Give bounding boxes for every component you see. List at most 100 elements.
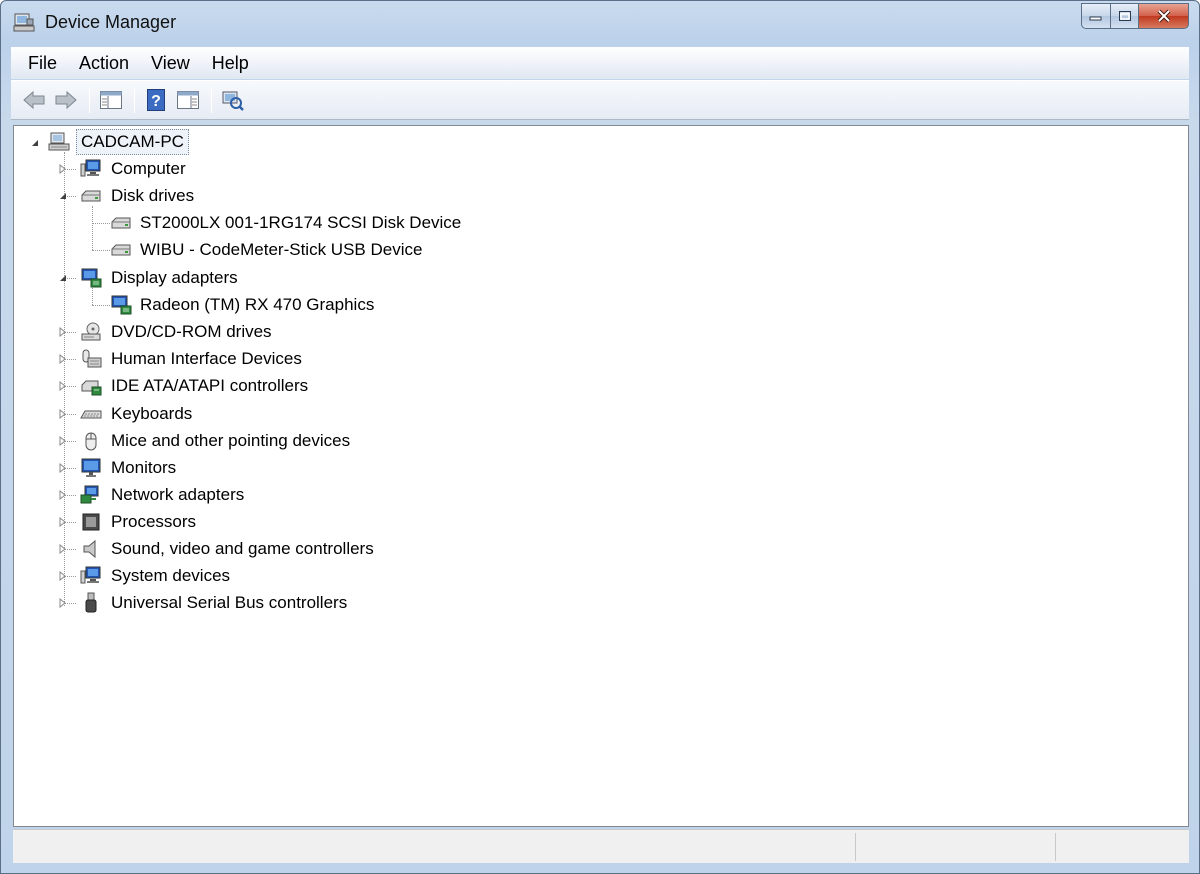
toolbar: ? [11,80,1189,120]
expanded-arrow-icon[interactable] [58,273,68,283]
collapsed-arrow-icon[interactable] [58,409,68,419]
properties-button[interactable] [173,85,203,115]
toolbar-separator [211,87,212,113]
tree-node-root[interactable]: CADCAM-PC [14,129,414,155]
dvd-drive-icon [81,322,101,341]
forward-button[interactable] [51,85,81,115]
tree-node-hid[interactable]: Human Interface Devices [14,346,414,372]
tree-root-label[interactable]: CADCAM-PC [76,129,189,155]
tree-node-disk-drives[interactable]: Disk drives [14,183,414,209]
close-icon [1157,9,1170,23]
tree-node-label[interactable]: Sound, video and game controllers [107,537,378,561]
tree-node-label[interactable]: Processors [107,510,200,534]
keyboard-icon [80,410,102,419]
tree-node-label[interactable]: Computer [107,157,190,181]
help-button[interactable]: ? [141,85,171,115]
collapsed-arrow-icon[interactable] [58,571,68,581]
tree-node-computer[interactable]: Computer [14,156,414,182]
device-manager-icon [13,11,35,33]
tree-node-label[interactable]: WIBU - CodeMeter-Stick USB Device [136,238,426,262]
computer-icon [80,159,101,177]
tree-node-mice[interactable]: Mice and other pointing devices [14,428,414,454]
tree-node-label[interactable]: Universal Serial Bus controllers [107,591,351,615]
collapsed-arrow-icon[interactable] [58,164,68,174]
tree-node-label[interactable]: DVD/CD-ROM drives [107,320,276,344]
tree-node-usb[interactable]: Universal Serial Bus controllers [14,590,414,616]
status-panel [855,833,1055,861]
maximize-icon [1118,11,1131,21]
tree-node-label[interactable]: System devices [107,564,234,588]
window-title: Device Manager [45,12,177,32]
properties-icon [177,91,199,109]
tree-node-processors[interactable]: Processors [14,509,414,535]
collapsed-arrow-icon[interactable] [58,598,68,608]
tree-node-label[interactable]: Human Interface Devices [107,347,306,371]
status-panel [1055,833,1185,861]
help-icon: ? [147,89,165,111]
tree-node-ide[interactable]: IDE ATA/ATAPI controllers [14,373,414,399]
minimize-button[interactable] [1081,3,1111,29]
tree-node-label[interactable]: Network adapters [107,483,248,507]
tree-node-disk-device[interactable]: ST2000LX 001-1RG174 SCSI Disk Device [14,210,514,236]
network-adapter-icon [80,485,99,504]
tree-node-system[interactable]: System devices [14,563,414,589]
collapsed-arrow-icon[interactable] [58,327,68,337]
collapsed-arrow-icon[interactable] [58,490,68,500]
collapsed-arrow-icon[interactable] [58,354,68,364]
expanded-arrow-icon[interactable] [58,191,68,201]
system-devices-icon [80,566,101,584]
usb-icon [85,592,97,613]
computer-root-icon [48,132,70,151]
collapsed-arrow-icon[interactable] [58,517,68,527]
monitor-icon [81,458,101,477]
hid-icon [82,349,102,368]
tree-node-dvd-drives[interactable]: DVD/CD-ROM drives [14,319,414,345]
tree-node-sound[interactable]: Sound, video and game controllers [14,536,414,562]
disk-drive-icon [111,217,131,229]
back-button[interactable] [19,85,49,115]
collapsed-arrow-icon[interactable] [58,381,68,391]
expanded-arrow-icon[interactable] [30,138,40,148]
menu-file[interactable]: File [17,49,68,78]
tree-node-label[interactable]: Disk drives [107,184,198,208]
tree-node-label[interactable]: Keyboards [107,402,196,426]
status-bar [13,829,1189,863]
minimize-icon [1089,16,1102,21]
tree-node-display-adapters[interactable]: Display adapters [14,265,414,291]
close-button[interactable] [1139,3,1189,29]
show-hide-console-tree-button[interactable] [96,85,126,115]
back-arrow-icon [23,90,45,110]
tree-node-keyboards[interactable]: Keyboards [14,401,414,427]
toolbar-separator [89,87,90,113]
tree-node-label[interactable]: Monitors [107,456,180,480]
menu-action[interactable]: Action [68,49,140,78]
maximize-button[interactable] [1111,3,1139,29]
device-tree[interactable]: CADCAM-PC Computer Disk drives ST2000LX … [13,125,1189,827]
tree-node-disk-device[interactable]: WIBU - CodeMeter-Stick USB Device [14,237,514,263]
show-hide-console-tree-icon [100,91,122,109]
scan-hardware-icon [222,91,244,111]
scan-hardware-button[interactable] [218,85,248,115]
forward-arrow-icon [55,90,77,110]
menu-view[interactable]: View [140,49,201,78]
collapsed-arrow-icon[interactable] [58,544,68,554]
tree-node-label[interactable]: Mice and other pointing devices [107,429,354,453]
display-adapter-icon [111,295,132,315]
tree-node-label[interactable]: Display adapters [107,266,242,290]
tree-node-display-device[interactable]: Radeon (TM) RX 470 Graphics [14,292,514,318]
toolbar-separator [134,87,135,113]
tree-node-monitors[interactable]: Monitors [14,455,414,481]
tree-node-network[interactable]: Network adapters [14,482,414,508]
caption-buttons [1081,3,1189,29]
tree-node-label[interactable]: ST2000LX 001-1RG174 SCSI Disk Device [136,211,465,235]
tree-node-label[interactable]: IDE ATA/ATAPI controllers [107,374,312,398]
collapsed-arrow-icon[interactable] [58,436,68,446]
title-bar[interactable]: Device Manager [1,1,1199,45]
menu-help[interactable]: Help [201,49,260,78]
menu-bar: File Action View Help [11,47,1189,79]
ide-controller-icon [81,380,102,396]
collapsed-arrow-icon[interactable] [58,463,68,473]
tree-node-label[interactable]: Radeon (TM) RX 470 Graphics [136,293,378,317]
mouse-icon [85,432,97,451]
speaker-icon [83,539,96,559]
